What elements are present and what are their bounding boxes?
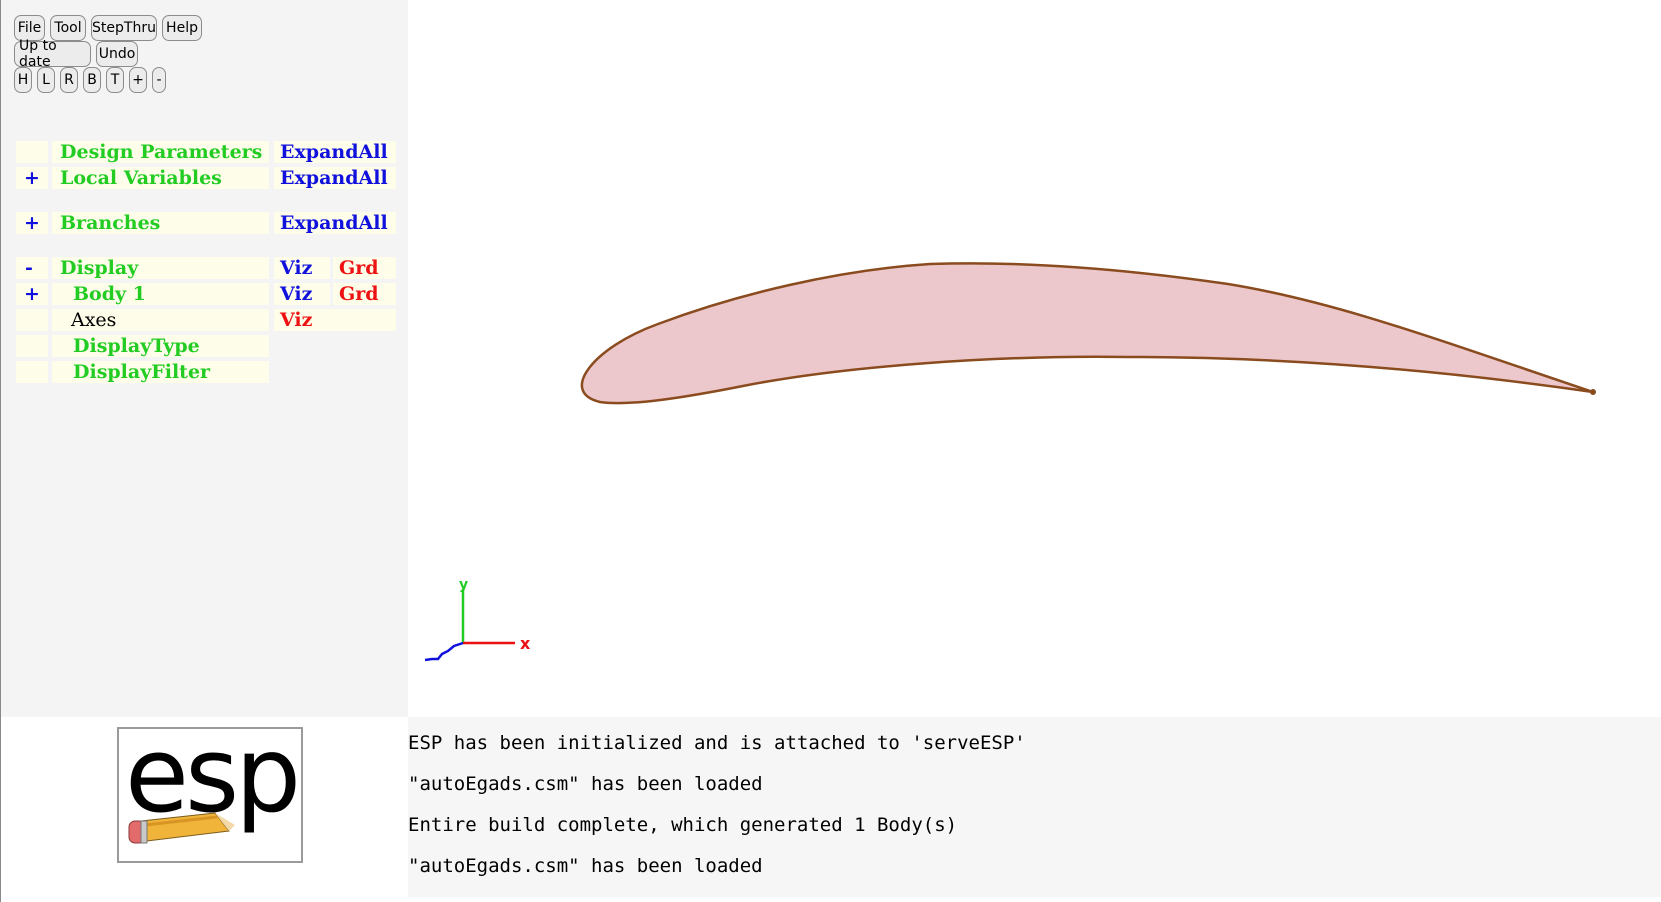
axes-triad: y x	[424, 577, 531, 662]
design-parameters-expandall[interactable]: ExpandAll	[274, 141, 396, 163]
graphics-viewport[interactable]: y x	[408, 0, 1661, 717]
esp-logo-graphic: esp	[125, 714, 301, 844]
tree-body-1[interactable]: Body 1	[52, 283, 269, 305]
console-message: Entire build complete, which generated 1…	[408, 814, 958, 836]
x-axis-label: x	[520, 634, 531, 653]
local-variables-expandall[interactable]: ExpandAll	[274, 167, 396, 189]
zoom-in-button[interactable]: +	[129, 67, 147, 93]
view-right-button[interactable]: R	[60, 67, 78, 93]
trailing-edge-point	[1590, 389, 1596, 395]
view-left-button[interactable]: L	[37, 67, 55, 93]
stepthru-button[interactable]: StepThru	[91, 15, 157, 41]
viewport-canvas: y x	[424, 262, 1596, 662]
console-message: "autoEgads.csm" has been loaded	[408, 773, 763, 795]
body1-grd-toggle[interactable]: Grd	[333, 283, 396, 305]
tree-toggle-empty	[16, 141, 48, 163]
tree-axes[interactable]: Axes	[52, 309, 269, 331]
axes-viz-toggle[interactable]: Viz	[274, 309, 396, 331]
console-message: ESP has been initialized and is attached…	[408, 732, 1026, 754]
tree-toggle-empty	[16, 361, 48, 383]
zoom-out-button[interactable]: -	[152, 67, 166, 93]
tree-branches[interactable]: Branches	[52, 212, 269, 234]
y-axis-label: y	[459, 577, 468, 593]
view-home-button[interactable]: H	[14, 67, 32, 93]
tree-local-variables[interactable]: Local Variables	[52, 167, 269, 189]
display-viz-toggle[interactable]: Viz	[274, 257, 330, 279]
esp-logo: esp	[117, 714, 303, 863]
tree-display[interactable]: Display	[52, 257, 269, 279]
undo-button[interactable]: Undo	[96, 41, 138, 67]
console-message: "autoEgads.csm" has been loaded	[408, 855, 763, 877]
display-grd-toggle[interactable]: Grd	[333, 257, 396, 279]
view-top-button[interactable]: T	[106, 67, 124, 93]
branches-toggle[interactable]: +	[16, 212, 48, 234]
z-axis-line	[424, 641, 464, 662]
tree-display-type[interactable]: DisplayType	[52, 335, 269, 357]
body1-viz-toggle[interactable]: Viz	[274, 283, 330, 305]
tree-design-parameters[interactable]: Design Parameters	[52, 141, 269, 163]
display-toggle[interactable]: -	[16, 257, 48, 279]
build-toolbar: Up to date Undo	[14, 38, 143, 70]
branches-expandall[interactable]: ExpandAll	[274, 212, 396, 234]
body1-toggle[interactable]: +	[16, 283, 48, 305]
airfoil-body[interactable]	[580, 262, 1595, 405]
help-button[interactable]: Help	[162, 15, 202, 41]
local-variables-toggle[interactable]: +	[16, 167, 48, 189]
view-toolbar: H L R B T + -	[14, 67, 171, 93]
view-bottom-button[interactable]: B	[83, 67, 101, 93]
tree-toggle-empty	[16, 335, 48, 357]
message-console: ESP has been initialized and is attached…	[408, 717, 1661, 897]
tree-display-filter[interactable]: DisplayFilter	[52, 361, 269, 383]
tree-toggle-empty	[16, 309, 48, 331]
left-panel: File Tool StepThru Help Up to date Undo …	[1, 0, 408, 717]
up-to-date-button[interactable]: Up to date	[14, 38, 91, 70]
